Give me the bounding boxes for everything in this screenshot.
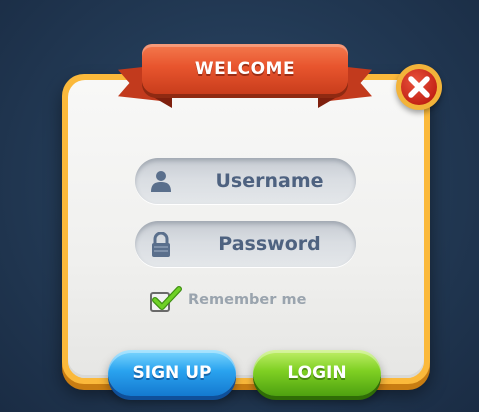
- padlock-icon: [152, 232, 170, 257]
- dialog-title: WELCOME: [142, 44, 348, 94]
- remember-me-label: Remember me: [188, 292, 307, 308]
- username-label: Username: [215, 170, 324, 192]
- ribbon-right-fold: [318, 94, 342, 108]
- close-button[interactable]: [396, 64, 442, 110]
- username-field[interactable]: Username: [135, 158, 356, 204]
- sign-up-button[interactable]: SIGN UP: [108, 350, 236, 396]
- close-x-icon: [408, 76, 430, 98]
- ribbon-left-fold: [148, 94, 172, 108]
- checkmark-icon: [152, 286, 182, 310]
- password-label: Password: [218, 233, 321, 255]
- title-ribbon: WELCOME: [118, 40, 372, 116]
- user-icon: [151, 171, 171, 192]
- password-field[interactable]: Password: [135, 221, 356, 267]
- login-button[interactable]: LOGIN: [253, 350, 381, 396]
